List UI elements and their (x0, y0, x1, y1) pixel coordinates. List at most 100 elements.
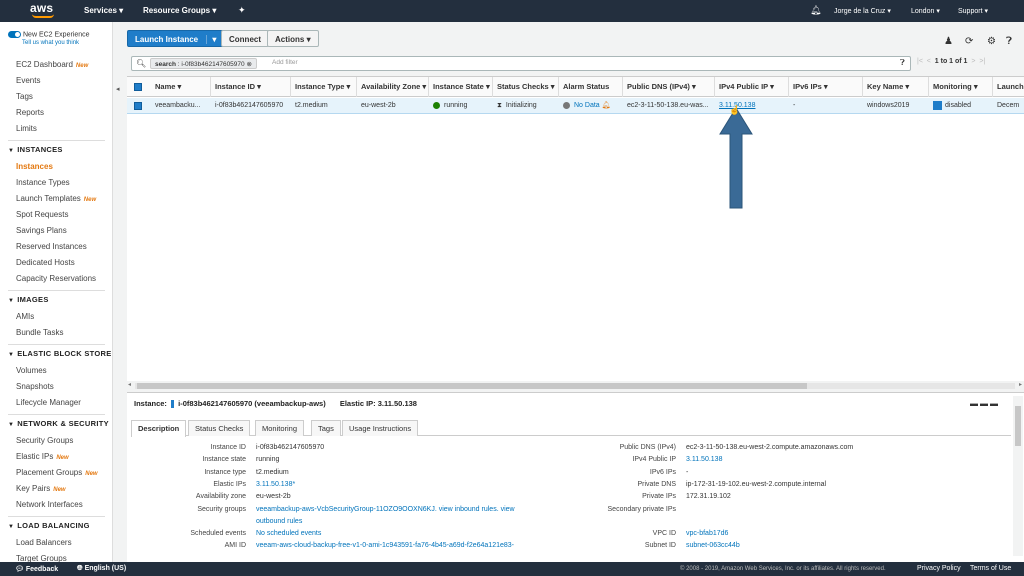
pin-icon[interactable]: ✦ (238, 5, 246, 16)
alarm-link[interactable]: No Data (574, 102, 600, 109)
sidebar-item-spot-requests[interactable]: Spot Requests (0, 207, 112, 223)
search-input[interactable]: 🔍︎ search : i-0f83b462147605970 ⊗ Add fi… (131, 56, 911, 71)
detail-value[interactable]: outbound rules (256, 516, 302, 529)
column-header-ipv6[interactable]: IPv6 IPs ▾ (789, 77, 863, 97)
column-header-alarm-status[interactable]: Alarm Status (559, 77, 623, 97)
sidebar-item-security-groups[interactable]: Security Groups (0, 433, 112, 449)
sidebar-item-lifecycle-manager[interactable]: Lifecycle Manager (0, 395, 112, 411)
help-icon[interactable]: ❓︎ (1006, 36, 1012, 47)
next-page-icon[interactable]: > (971, 58, 975, 65)
sidebar-item-instance-types[interactable]: Instance Types (0, 175, 112, 191)
sidebar-item-placement-groups[interactable]: Placement Groups New (0, 465, 112, 481)
sidebar-item-label: EC2 Dashboard (16, 60, 73, 69)
scroll-thumb[interactable] (1015, 406, 1021, 446)
support-menu[interactable]: Support ▾ (958, 7, 988, 15)
column-header-name[interactable]: Name ▾ (151, 77, 211, 97)
sidebar-item-label: Savings Plans (16, 226, 67, 235)
privacy-link[interactable]: Privacy Policy (917, 565, 961, 572)
detail-value[interactable]: 3.11.50.138 (686, 454, 722, 467)
column-header-instance-id[interactable]: Instance ID ▾ (211, 77, 291, 97)
chevron-down-icon[interactable]: ▾ (206, 35, 217, 44)
sidebar-item-ec2-dashboard[interactable]: EC2 Dashboard New (0, 57, 112, 73)
column-header-instance-type[interactable]: Instance Type ▾ (291, 77, 357, 97)
sidebar-item-limits[interactable]: Limits (0, 121, 112, 137)
sidebar-item-savings-plans[interactable]: Savings Plans (0, 223, 112, 239)
column-header-key-name[interactable]: Key Name ▾ (863, 77, 929, 97)
sidebar-section-load-balancing[interactable]: ▼ LOAD BALANCING (0, 521, 112, 532)
column-header-state[interactable]: Instance State ▾ (429, 77, 493, 97)
bell-icon[interactable]: 🔔︎ (810, 5, 821, 16)
select-all-checkbox[interactable] (134, 83, 142, 91)
sidebar-section-images[interactable]: ▼ IMAGES (0, 295, 112, 306)
detail-value[interactable]: No scheduled events (256, 528, 321, 541)
language-selector[interactable]: 🌐︎ English (US) (77, 565, 126, 573)
sidebar-section-network-security[interactable]: ▼ NETWORK & SECURITY (0, 419, 112, 430)
launch-instance-button[interactable]: Launch Instance ▾ (127, 30, 225, 47)
prev-page-icon[interactable]: < (927, 58, 931, 65)
column-header-status-checks[interactable]: Status Checks ▾ (493, 77, 559, 97)
filter-tag[interactable]: search : i-0f83b462147605970 ⊗ (150, 58, 257, 69)
sidebar-item-reserved-instances[interactable]: Reserved Instances (0, 239, 112, 255)
sidebar-item-elastic-ips[interactable]: Elastic IPs New (0, 449, 112, 465)
sidebar-item-instances[interactable]: Instances (0, 159, 112, 175)
new-experience-toggle[interactable]: New EC2 Experience (8, 31, 90, 38)
scroll-right-icon[interactable]: ▸ (1019, 381, 1022, 388)
sidebar-section-instances[interactable]: ▼ INSTANCES (0, 145, 112, 156)
user-menu[interactable]: Jorge de la Cruz ▾ (834, 7, 891, 15)
sidebar-item-target-groups[interactable]: Target Groups (0, 551, 112, 562)
sidebar-item-volumes[interactable]: Volumes (0, 363, 112, 379)
detail-value[interactable]: subnet-063cc44b (686, 540, 740, 553)
table-row[interactable]: veeambacku... i-0f83b462147605970 t2.med… (127, 98, 1024, 114)
toggle-icon[interactable] (8, 31, 21, 38)
resource-groups-menu[interactable]: Resource Groups ▾ (143, 6, 216, 15)
detail-key: IPv4 Public IP (632, 456, 676, 464)
first-page-icon[interactable]: |< (917, 58, 923, 65)
column-header-ipv4[interactable]: IPv4 Public IP ▾ (715, 77, 789, 97)
feedback-link[interactable]: Tell us what you think (22, 40, 79, 46)
services-menu[interactable]: Services ▾ (84, 6, 123, 15)
column-header-monitoring[interactable]: Monitoring ▾ (929, 77, 993, 97)
detail-row: AMI ID veeam-aws-cloud-backup-free-v1-0-a… (127, 540, 567, 552)
scroll-thumb[interactable] (137, 383, 807, 389)
sidebar-item-key-pairs[interactable]: Key Pairs New (0, 481, 112, 497)
sidebar-item-load-balancers[interactable]: Load Balancers (0, 535, 112, 551)
actions-button[interactable]: Actions ▾ (267, 30, 319, 47)
terms-link[interactable]: Terms of Use (970, 565, 1011, 572)
detail-value[interactable]: vpc-bfab17d6 (686, 528, 728, 541)
sidebar-section-elastic-block-store[interactable]: ▼ ELASTIC BLOCK STORE (0, 349, 112, 360)
row-checkbox[interactable] (134, 102, 142, 110)
gear-icon[interactable]: ⚙ (987, 36, 996, 47)
detail-value[interactable]: 3.11.50.138* (256, 479, 295, 492)
last-page-icon[interactable]: >| (979, 58, 985, 65)
connect-button[interactable]: Connect (221, 30, 269, 47)
column-header-launch[interactable]: Launch (993, 77, 1024, 97)
refresh-icon[interactable]: ⟳ (965, 36, 973, 47)
sidebar-item-events[interactable]: Events (0, 73, 112, 89)
sidebar-item-snapshots[interactable]: Snapshots (0, 379, 112, 395)
region-menu[interactable]: London ▾ (911, 7, 940, 15)
sidebar-item-network-interfaces[interactable]: Network Interfaces (0, 497, 112, 513)
sidebar-item-bundle-tasks[interactable]: Bundle Tasks (0, 325, 112, 341)
sidebar-collapse[interactable]: ◂ (113, 22, 127, 562)
help-icon[interactable]: ❓︎ (900, 58, 905, 68)
sidebar-item-tags[interactable]: Tags (0, 89, 112, 105)
sidebar-item-amis[interactable]: AMIs (0, 309, 112, 325)
column-header-public-dns[interactable]: Public DNS (IPv4) ▾ (623, 77, 715, 97)
aws-logo[interactable]: aws (30, 1, 53, 15)
bell-alarm-icon[interactable]: 🔔︎ (602, 102, 611, 109)
detail-value[interactable]: veeam-aws-cloud-backup-free-v1-0-ami-1c9… (256, 540, 514, 553)
feedback-button[interactable]: 💬︎ Feedback (15, 565, 58, 573)
sidebar-item-reports[interactable]: Reports (0, 105, 112, 121)
sidebar-item-label: Reserved Instances (16, 242, 87, 251)
sidebar-item-launch-templates[interactable]: Launch Templates New (0, 191, 112, 207)
detail-value[interactable]: veeambackup-aws-VcbSecurityGroup-11OZO9O… (256, 504, 515, 517)
horizontal-scrollbar[interactable]: ◂ ▸ (127, 381, 1024, 391)
collapse-arrow-icon[interactable]: ◂ (116, 85, 120, 93)
sidebar-item-capacity-reservations[interactable]: Capacity Reservations (0, 271, 112, 287)
column-header-az[interactable]: Availability Zone ▾ (357, 77, 429, 97)
vertical-scrollbar[interactable] (1013, 396, 1023, 556)
sidebar-item-dedicated-hosts[interactable]: Dedicated Hosts (0, 255, 112, 271)
scroll-left-icon[interactable]: ◂ (128, 381, 131, 388)
close-icon[interactable]: ⊗ (246, 61, 251, 68)
person-icon[interactable]: ♟ (944, 36, 953, 47)
